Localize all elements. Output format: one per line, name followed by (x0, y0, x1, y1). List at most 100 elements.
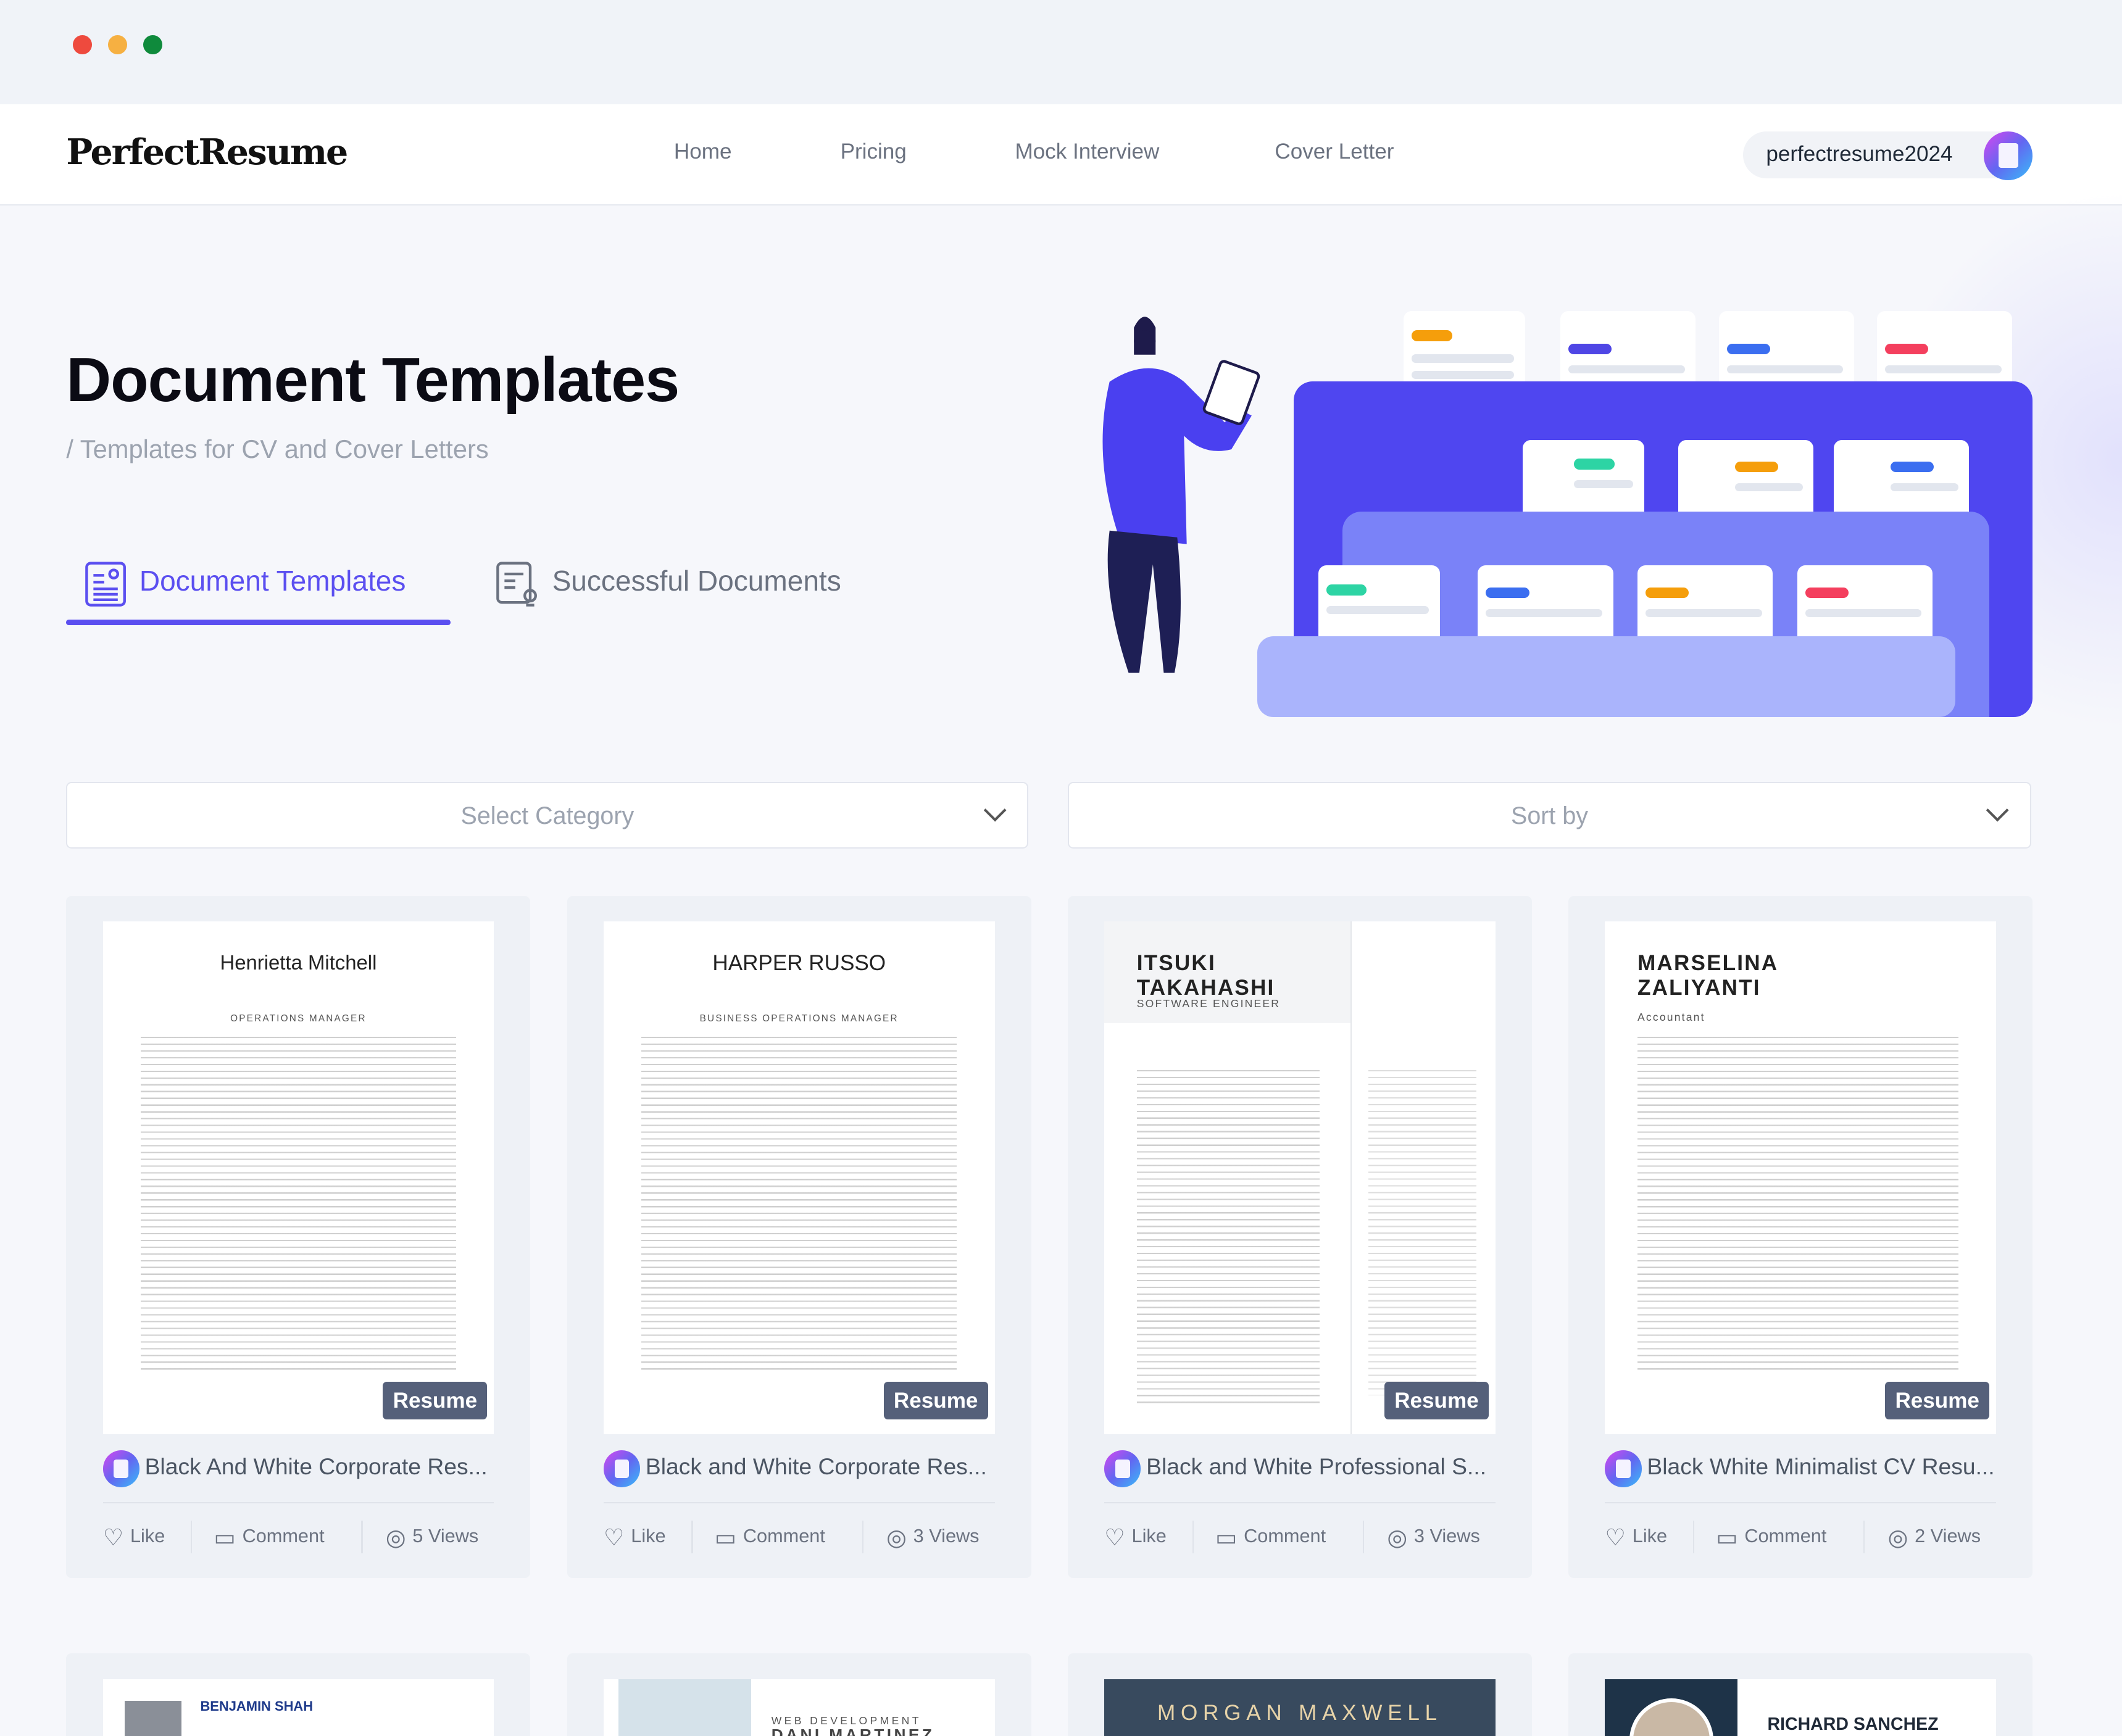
navbar: PerfectResume Home Pricing Mock Intervie… (0, 104, 2122, 206)
sort-select-value: Sort by (1511, 802, 1589, 829)
like-button[interactable]: ♡ Like (604, 1524, 666, 1551)
heart-icon: ♡ (603, 1524, 625, 1550)
template-preview[interactable]: MORGAN MAXWELL (1104, 1679, 1496, 1736)
resume-badge: Resume (383, 1381, 488, 1420)
divider (1605, 1501, 1997, 1503)
views-count: ◎ 3 Views (886, 1524, 979, 1551)
views-count: ◎ 5 Views (386, 1524, 478, 1551)
person-figure (1102, 317, 1260, 673)
comment-label: Comment (743, 1524, 825, 1547)
document-icon (85, 561, 126, 607)
comment-label: Comment (1744, 1524, 1827, 1547)
comment-button[interactable]: ▭ Comment (715, 1524, 825, 1551)
user-menu[interactable]: perfectresume2024 (1743, 131, 2033, 180)
author-avatar (102, 1450, 139, 1487)
active-tab-indicator (66, 620, 451, 625)
like-label: Like (1632, 1524, 1668, 1547)
author-avatar (603, 1450, 641, 1487)
hero-illustration (1055, 301, 2044, 720)
template-title[interactable]: Black White Minimalist CV Resu... (1647, 1453, 1994, 1480)
template-card[interactable]: HARPER RUSSO BUSINESS OPERATIONS MANAGER… (567, 895, 1031, 1578)
views-label: 2 Views (1915, 1524, 1981, 1547)
template-title[interactable]: Black And White Corporate Res... (145, 1453, 488, 1480)
preview-name: ITSUKI TAKAHASHI (1136, 951, 1275, 1000)
preview-name: BENJAMIN SHAH (200, 1698, 314, 1714)
template-preview[interactable]: Henrietta Mitchell OPERATIONS MANAGER Re… (102, 921, 494, 1435)
preview-name: RICHARD SANCHEZ (1767, 1714, 1939, 1734)
views-label: 3 Views (1413, 1524, 1480, 1547)
logo[interactable]: PerfectResume (66, 131, 348, 173)
category-select[interactable]: Select Category (66, 782, 1029, 849)
sort-select[interactable]: Sort by (1067, 782, 2032, 849)
comment-label: Comment (242, 1524, 325, 1547)
preview-name: MARSELINA ZALIYANTI (1637, 951, 1778, 1000)
template-card[interactable]: Henrietta Mitchell OPERATIONS MANAGER Re… (66, 895, 531, 1578)
like-button[interactable]: ♡ Like (103, 1524, 165, 1551)
preview-name: HARPER RUSSO (712, 951, 886, 976)
heart-icon: ♡ (102, 1524, 124, 1550)
template-card[interactable]: MORGAN MAXWELL (1067, 1653, 1532, 1736)
comment-button[interactable]: ▭ Comment (214, 1524, 324, 1551)
comment-button[interactable]: ▭ Comment (1716, 1524, 1826, 1551)
nav-home[interactable]: Home (674, 139, 732, 164)
like-label: Like (1131, 1524, 1167, 1547)
preview-name: Henrietta Mitchell (220, 951, 377, 974)
page-title: Document Templates (66, 346, 680, 415)
template-title[interactable]: Black and White Professional S... (1146, 1453, 1486, 1480)
template-preview[interactable]: HARPER RUSSO BUSINESS OPERATIONS MANAGER… (603, 921, 995, 1435)
template-preview[interactable]: RICHARD SANCHEZ (1605, 1679, 1997, 1736)
like-label: Like (130, 1524, 165, 1547)
template-card[interactable]: ITSUKI TAKAHASHI SOFTWARE ENGINEER Resum… (1067, 895, 1532, 1578)
author-avatar (1605, 1450, 1642, 1487)
preview-role: BUSINESS OPERATIONS MANAGER (699, 1013, 899, 1024)
resume-badge: Resume (883, 1381, 988, 1420)
template-preview[interactable]: BENJAMIN SHAH (102, 1679, 494, 1736)
eye-icon: ◎ (886, 1524, 907, 1550)
template-card[interactable]: WEB DEVELOPMENT DANI MARTINEZ (567, 1653, 1031, 1736)
page-subtitle: / Templates for CV and Cover Letters (66, 434, 489, 463)
views-count: ◎ 3 Views (1387, 1524, 1479, 1551)
comment-icon: ▭ (214, 1524, 236, 1550)
resume-badge: Resume (1384, 1381, 1489, 1420)
comment-icon: ▭ (1215, 1524, 1238, 1550)
comment-button[interactable]: ▭ Comment (1215, 1524, 1326, 1551)
nav-pricing[interactable]: Pricing (841, 139, 907, 164)
preview-name: DANI MARTINEZ (771, 1725, 935, 1736)
tab-label: Successful Documents (552, 565, 841, 597)
template-card[interactable]: BENJAMIN SHAH (66, 1653, 531, 1736)
category-select-value: Select Category (460, 802, 635, 829)
author-avatar (1104, 1450, 1141, 1487)
document-search-icon (496, 561, 538, 607)
template-card[interactable]: MARSELINA ZALIYANTI Accountant Resume Bl… (1568, 895, 2033, 1578)
views-label: 5 Views (412, 1524, 479, 1547)
template-preview[interactable]: ITSUKI TAKAHASHI SOFTWARE ENGINEER Resum… (1104, 921, 1496, 1435)
divider (603, 1501, 995, 1503)
template-preview[interactable]: WEB DEVELOPMENT DANI MARTINEZ (603, 1679, 995, 1736)
divider (102, 1501, 494, 1503)
comment-icon: ▭ (714, 1524, 736, 1550)
heart-icon: ♡ (1104, 1524, 1125, 1550)
comment-icon: ▭ (1716, 1524, 1738, 1550)
template-preview[interactable]: MARSELINA ZALIYANTI Accountant Resume (1605, 921, 1997, 1435)
comment-label: Comment (1244, 1524, 1326, 1547)
close-window-button[interactable] (73, 35, 93, 54)
template-card[interactable]: RICHARD SANCHEZ (1568, 1653, 2033, 1736)
resume-badge: Resume (1885, 1381, 1990, 1420)
nav-cover-letter[interactable]: Cover Letter (1275, 139, 1394, 164)
divider (1104, 1501, 1496, 1503)
like-button[interactable]: ♡ Like (1605, 1524, 1667, 1551)
eye-icon: ◎ (1887, 1524, 1908, 1550)
preview-name: MORGAN MAXWELL (1157, 1701, 1442, 1726)
eye-icon: ◎ (385, 1524, 406, 1550)
nav-mock-interview[interactable]: Mock Interview (1015, 139, 1159, 164)
like-button[interactable]: ♡ Like (1104, 1524, 1167, 1551)
tab-label: Document Templates (139, 565, 406, 597)
minimize-window-button[interactable] (108, 35, 128, 54)
preview-role: SOFTWARE ENGINEER (1136, 997, 1281, 1010)
heart-icon: ♡ (1605, 1524, 1626, 1550)
maximize-window-button[interactable] (143, 35, 163, 54)
like-label: Like (631, 1524, 666, 1547)
views-count: ◎ 2 Views (1888, 1524, 1981, 1551)
template-title[interactable]: Black and White Corporate Res... (646, 1453, 987, 1480)
preview-role: Accountant (1637, 1010, 1705, 1023)
